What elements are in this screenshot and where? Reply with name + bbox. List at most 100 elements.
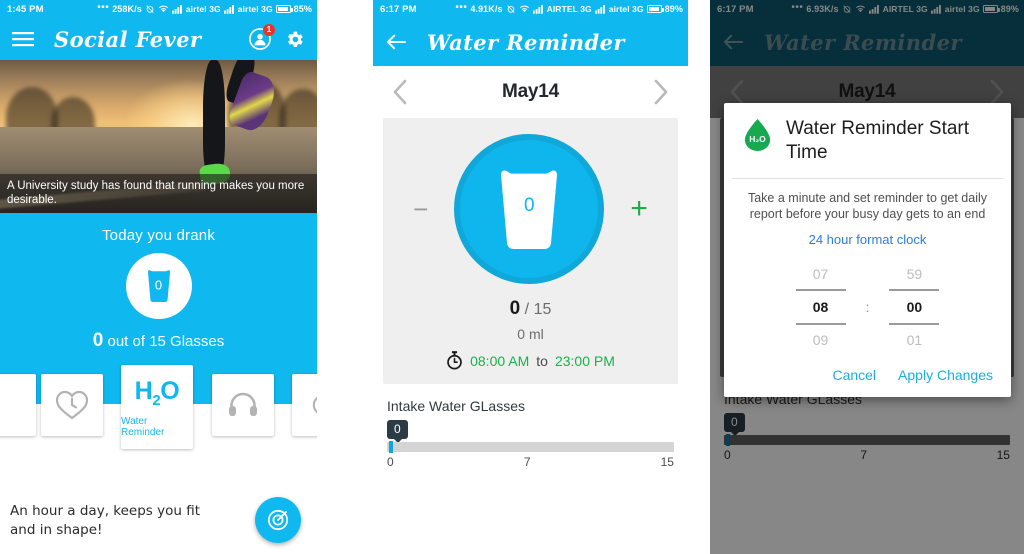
phone-panel-start-time-dialog: 6:17 PM ••• 6.93K/s AIRTEL 3G airtel 3G …	[710, 0, 1024, 554]
glasses-separator: /	[524, 301, 530, 318]
screenshot-stage: 1:45 PM ••• 258K/s airtel 3G airtel 3G 8…	[0, 0, 1024, 554]
status-carrier-1: AIRTEL 3G	[546, 4, 592, 14]
cancel-button[interactable]: Cancel	[832, 367, 876, 383]
status-clock: 1:45 PM	[7, 3, 44, 15]
signal-bars-icon-2	[223, 5, 234, 14]
target-fab-button[interactable]	[255, 497, 301, 543]
stopwatch-icon	[447, 351, 462, 370]
heart-clock-icon	[55, 390, 89, 420]
app-card-partial-left[interactable]	[0, 374, 36, 436]
signal-bars-icon-2	[594, 5, 605, 14]
minute-rule-bottom	[889, 323, 940, 325]
hour-prev-value[interactable]: 07	[786, 261, 856, 287]
tick-min: 0	[387, 455, 394, 469]
glass-count-value: 0	[524, 194, 535, 216]
clock-format-link[interactable]: 24 hour format clock	[724, 232, 1011, 247]
dialog-header: H₂O Water Reminder Start Time	[724, 117, 1011, 178]
slider-value-bubble: 0	[387, 420, 408, 443]
glasses-progress: 0 / 15	[383, 298, 678, 320]
profile-avatar-icon[interactable]: 1	[249, 24, 275, 50]
signal-bars-icon-1	[532, 5, 543, 14]
status-bar: 1:45 PM ••• 258K/s airtel 3G airtel 3G 8…	[0, 0, 317, 18]
dialog-title: Water Reminder Start Time	[786, 118, 970, 163]
battery-percent: 85%	[293, 4, 312, 14]
decrement-button[interactable]: −	[413, 196, 428, 222]
dialog-description: Take a minute and set reminder to get da…	[747, 191, 988, 221]
hour-column[interactable]: 07 08 09	[786, 261, 856, 353]
minute-prev-value[interactable]: 59	[879, 261, 949, 287]
back-arrow-icon[interactable]	[385, 33, 407, 51]
phone-panel-social-fever-home: 1:45 PM ••• 258K/s airtel 3G airtel 3G 8…	[0, 0, 317, 554]
status-dots-icon: •••	[97, 1, 110, 13]
chart-title: Intake Water GLasses	[387, 398, 525, 414]
footer-section: An hour a day, keeps you fit and in shap…	[0, 490, 317, 554]
dialog-actions: Cancel Apply Changes	[724, 359, 1011, 397]
battery-percent: 89%	[664, 4, 683, 14]
start-time-dialog: H₂O Water Reminder Start Time Take a min…	[724, 103, 1011, 397]
wifi-icon	[158, 5, 168, 13]
today-glass-value: 0	[154, 277, 163, 293]
status-carrier-1: airtel 3G	[185, 4, 221, 14]
battery-icon	[275, 5, 293, 13]
status-bar: 6:17 PM ••• 4.91K/s AIRTEL 3G airtel 3G …	[373, 0, 688, 18]
status-clock: 6:17 PM	[380, 3, 417, 15]
intake-chart-section: Intake Water GLasses 0 0 7 15	[373, 384, 688, 469]
hour-selected-value[interactable]: 08	[786, 293, 856, 321]
target-icon	[267, 509, 289, 531]
hour-rule-top	[795, 289, 846, 291]
minute-rule-top	[889, 289, 940, 291]
motivational-quote: An hour a day, keeps you fit and in shap…	[10, 503, 201, 538]
slider-tick-labels: 0 7 15	[387, 455, 674, 469]
battery-icon	[646, 5, 664, 13]
intake-slider[interactable]: 0 0 7 15	[387, 420, 674, 469]
app-card-partial-right[interactable]	[292, 374, 317, 436]
app-bar: Social Fever 1	[0, 18, 317, 60]
reminder-end-time: 23:00 PM	[554, 352, 615, 369]
app-card-heart-clock[interactable]	[41, 374, 103, 436]
water-drop-h2o-icon: H₂O	[740, 117, 775, 152]
tick-mid: 7	[523, 455, 531, 469]
app-card-label: Water Reminder	[121, 415, 165, 438]
app-card-headphones[interactable]	[212, 374, 274, 436]
glass-ring-button[interactable]: 0	[454, 134, 605, 284]
slider-thumb[interactable]	[389, 441, 393, 453]
today-count-value: 0	[92, 330, 104, 351]
date-navigation-bar: May14	[373, 66, 688, 118]
hour-next-value[interactable]: 09	[786, 327, 856, 353]
minute-selected-value[interactable]: 00	[879, 293, 949, 321]
glass-icon: 0	[496, 168, 562, 250]
minute-next-value[interactable]: 01	[879, 327, 949, 353]
status-network-speed: 258K/s	[112, 4, 142, 14]
status-carrier-2: airtel 3G	[608, 4, 644, 14]
status-carrier-2: airtel 3G	[237, 4, 273, 14]
notification-badge: 1	[263, 24, 275, 36]
apply-changes-button[interactable]: Apply Changes	[898, 367, 993, 383]
drop-icon-label: H₂O	[749, 133, 766, 144]
hero-running-photo: A University study has found that runnin…	[0, 60, 317, 213]
chevron-left-icon[interactable]	[389, 77, 411, 107]
reminder-start-time: 08:00 AM	[470, 352, 530, 369]
increment-button[interactable]: +	[630, 194, 648, 224]
slider-track[interactable]	[387, 441, 674, 453]
hamburger-menu-icon[interactable]	[12, 31, 34, 47]
alarm-off-icon	[146, 5, 154, 14]
app-bar: Water Reminder	[373, 18, 688, 66]
h2o-logo: H2O	[134, 376, 180, 409]
tick-max: 15	[660, 455, 674, 469]
time-picker[interactable]: 07 08 09 : 59 00 01	[724, 247, 1011, 359]
chevron-right-icon[interactable]	[650, 77, 672, 107]
hero-runner-leg	[202, 60, 225, 178]
volume-ml: 0 ml	[517, 326, 544, 342]
signal-bars-icon-1	[171, 5, 182, 14]
glass-counter-row: − 0 +	[383, 134, 678, 284]
phone-panel-water-reminder: 6:17 PM ••• 4.91K/s AIRTEL 3G airtel 3G …	[373, 0, 688, 554]
current-date: May14	[501, 81, 560, 102]
app-card-row: H2O Water Reminder	[0, 358, 317, 449]
reminder-to-label: to	[536, 352, 548, 369]
gear-icon[interactable]	[284, 29, 305, 50]
reminder-window: 08:00 AM to 23:00 PM	[383, 351, 678, 370]
partial-icon	[312, 396, 317, 414]
app-card-water-reminder[interactable]: H2O Water Reminder	[121, 365, 193, 449]
minute-column[interactable]: 59 00 01	[879, 261, 949, 353]
page-title: Social Fever	[54, 26, 202, 52]
